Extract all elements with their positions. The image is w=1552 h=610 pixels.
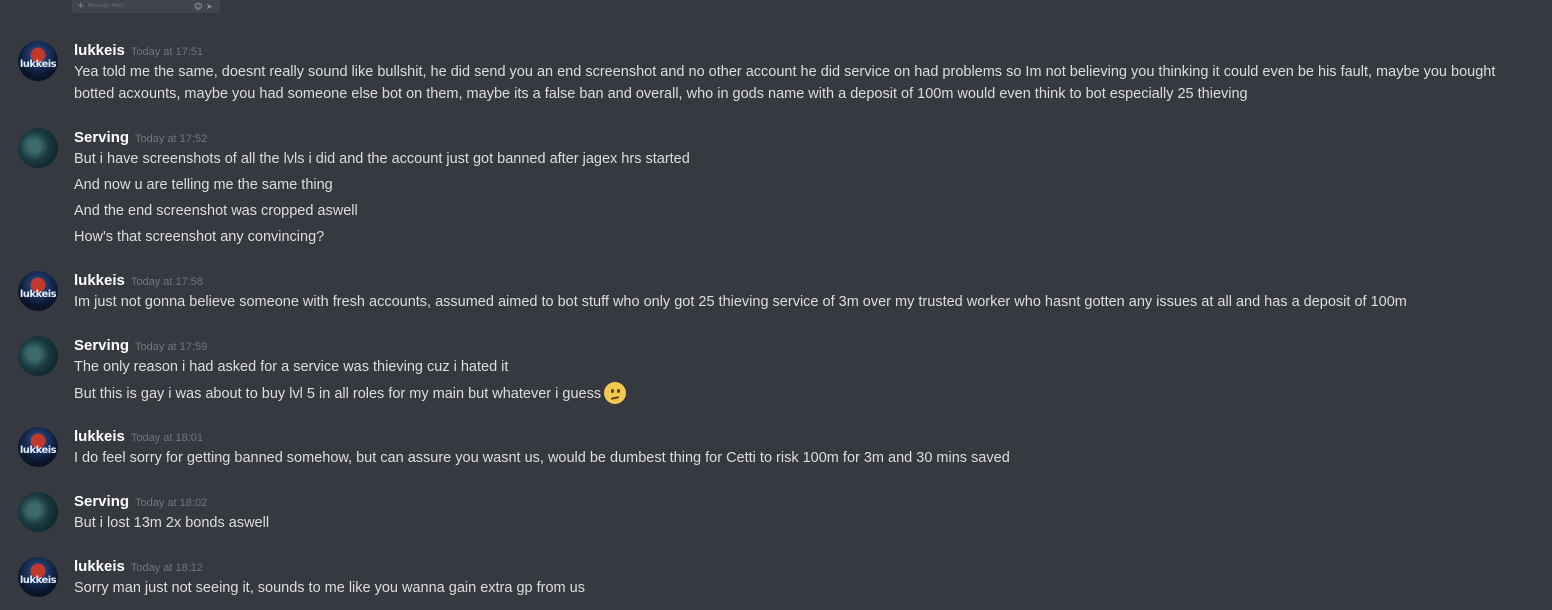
username[interactable]: Serving [74, 129, 129, 146]
message-header: lukkeis Today at 18:01 [74, 426, 203, 446]
chat-window: + Message #bill ☺ ➤ lukkeis lukkeis Today… [0, 0, 1552, 610]
username[interactable]: Serving [74, 337, 129, 354]
username[interactable]: lukkeis [74, 42, 125, 59]
avatar[interactable]: lukkeis [18, 427, 58, 467]
timestamp[interactable]: Today at 17:52 [135, 133, 207, 145]
emoji-picker-icon[interactable]: ☺ [194, 2, 202, 11]
avatar-text: lukkeis [19, 575, 57, 586]
timestamp[interactable]: Today at 18:01 [131, 432, 203, 444]
confused-face-emoji-icon[interactable] [604, 382, 627, 404]
timestamp[interactable]: Today at 18:12 [131, 562, 203, 574]
message-text: But i lost 13m 2x bonds aswell [74, 515, 270, 531]
message-header: Serving Today at 17:52 [74, 127, 207, 147]
username[interactable]: lukkeis [74, 558, 125, 575]
message-text: How's that screenshot any convincing? [74, 229, 325, 245]
avatar[interactable] [18, 128, 58, 168]
username[interactable]: Serving [74, 493, 129, 510]
message-line: But this is gay i was about to buy lvl 5… [74, 382, 1536, 405]
message-header: Serving Today at 18:02 [74, 491, 207, 511]
message-header: Serving Today at 17:59 [74, 335, 207, 355]
avatar[interactable] [18, 492, 58, 532]
message-text: Im just not gonna believe someone with f… [74, 294, 1407, 310]
message-input-placeholder[interactable]: Message #bill [88, 3, 123, 10]
message-composer[interactable]: + Message #bill ☺ ➤ [72, 0, 220, 13]
message-text: And now u are telling me the same thing [74, 177, 333, 193]
avatar[interactable]: lukkeis [18, 271, 58, 311]
avatar-text: lukkeis [19, 289, 57, 300]
timestamp[interactable]: Today at 17:58 [131, 276, 203, 288]
message-text: The only reason i had asked for a servic… [74, 359, 509, 375]
attach-plus-icon[interactable]: + [77, 1, 85, 12]
timestamp[interactable]: Today at 18:02 [135, 497, 207, 509]
message-header: lukkeis Today at 17:51 [74, 40, 203, 60]
message-text: botted acxounts, maybe you had someone e… [74, 86, 1248, 102]
message-text: Yea told me the same, doesnt really soun… [74, 64, 1496, 80]
send-icon[interactable]: ➤ [206, 2, 213, 11]
message-header: lukkeis Today at 18:12 [74, 556, 203, 576]
username[interactable]: lukkeis [74, 272, 125, 289]
avatar[interactable]: lukkeis [18, 41, 58, 81]
timestamp[interactable]: Today at 17:51 [131, 46, 203, 58]
message-text: Sorry man just not seeing it, sounds to … [74, 580, 585, 596]
avatar-text: lukkeis [19, 445, 57, 456]
username[interactable]: lukkeis [74, 428, 125, 445]
message-text: But i have screenshots of all the lvls i… [74, 151, 690, 167]
timestamp[interactable]: Today at 17:59 [135, 341, 207, 353]
message-text: And the end screenshot was cropped aswel… [74, 203, 358, 219]
message-header: lukkeis Today at 17:58 [74, 270, 203, 290]
message-text: But this is gay i was about to buy lvl 5… [74, 386, 602, 402]
avatar[interactable]: lukkeis [18, 557, 58, 597]
avatar[interactable] [18, 336, 58, 376]
avatar-text: lukkeis [19, 59, 57, 70]
message-text: I do feel sorry for getting banned someh… [74, 450, 1010, 466]
